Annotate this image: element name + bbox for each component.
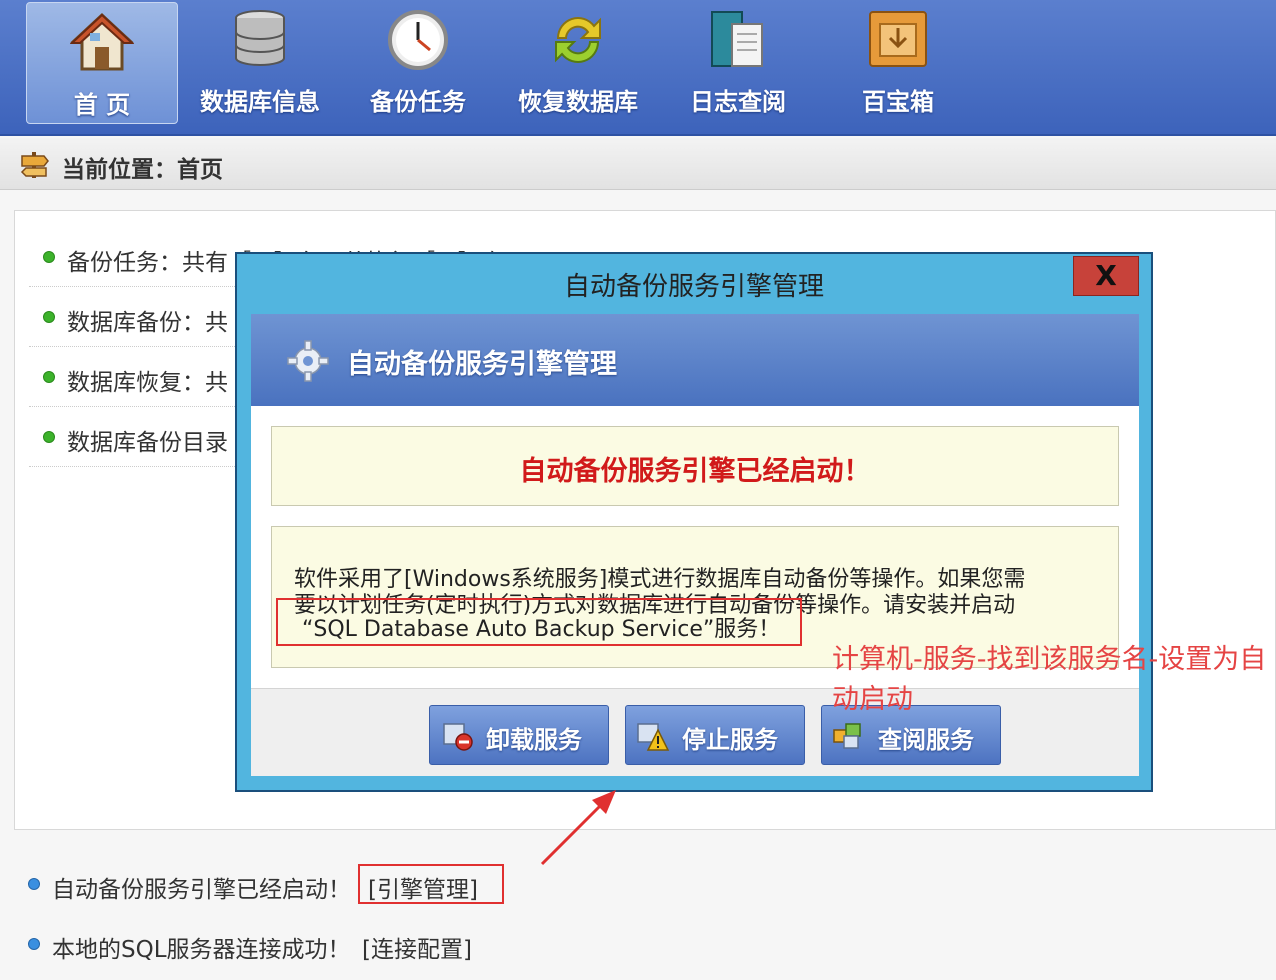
connection-config-link[interactable]: [连接配置] [362, 930, 472, 964]
stop-service-button[interactable]: 停止服务 [625, 705, 805, 765]
refresh-icon [555, 17, 601, 63]
engine-status-box: 自动备份服务引擎已经启动！ [271, 426, 1119, 506]
book-icon [711, 11, 763, 67]
toolbar-backup-tasks-label: 备份任务 [370, 88, 466, 116]
engine-status-text: 自动备份服务引擎已经启动！ [52, 877, 351, 903]
highlight-box [358, 864, 504, 904]
dialog-title: 自动备份服务引擎管理 [563, 272, 824, 302]
toolbar-log-viewer-label: 日志查阅 [690, 88, 786, 116]
view-service-label: 查阅服务 [878, 726, 974, 754]
toolbar-restore-database-label: 恢复数据库 [518, 88, 638, 116]
toolbar-toolbox[interactable]: 百宝箱 [822, 0, 974, 126]
location-bar: 当前位置：首页 [0, 138, 1276, 190]
location-label: 当前位置：首页 [62, 157, 223, 183]
status-dot-icon [43, 371, 55, 383]
toolbar-database-info-label: 数据库信息 [200, 88, 320, 116]
uninstall-service-label: 卸载服务 [486, 726, 582, 754]
status-dot-icon [28, 878, 40, 890]
toolbar-log-viewer[interactable]: 日志查阅 [662, 0, 814, 126]
uninstall-service-button[interactable]: 卸载服务 [429, 705, 609, 765]
toolbar-toolbox-label: 百宝箱 [862, 88, 934, 116]
clock-icon [388, 10, 448, 70]
annotation-note: 计算机-服务-找到该服务名-设置为自动启动 [832, 644, 1267, 715]
warning-icon [637, 723, 670, 751]
engine-running-message: 自动备份服务引擎已经启动！ [519, 456, 871, 487]
database-icon [235, 10, 285, 66]
dialog-header: 自动备份服务引擎管理 [251, 314, 1139, 406]
service-name-highlight-box [276, 598, 802, 646]
stat-text: 数据库备份目录 [67, 430, 228, 456]
view-icon [833, 723, 861, 749]
toolbar-home-label: 首 页 [73, 91, 131, 119]
box-icon [869, 11, 927, 67]
main-toolbar: 首 页 数据库信息 备份任务 恢复数据库 日志查阅 百宝箱 [0, 0, 1276, 136]
close-button[interactable]: X [1073, 256, 1139, 296]
annotation-arrow-icon [540, 790, 616, 866]
toolbar-backup-tasks[interactable]: 备份任务 [342, 0, 494, 126]
toolbar-restore-database[interactable]: 恢复数据库 [502, 0, 654, 126]
stat-text: 数据库备份：共 [67, 310, 228, 336]
stat-text: 数据库恢复：共 [67, 370, 228, 396]
sql-status-text: 本地的SQL服务器连接成功！ [52, 937, 351, 963]
status-dot-icon [43, 311, 55, 323]
stop-service-label: 停止服务 [682, 726, 778, 754]
gear-icon [287, 340, 329, 382]
uninstall-icon [443, 723, 473, 751]
status-dot-icon [43, 431, 55, 443]
home-icon [70, 12, 134, 71]
status-dot-icon [28, 938, 40, 950]
toolbar-database-info[interactable]: 数据库信息 [184, 0, 336, 126]
toolbar-home[interactable]: 首 页 [26, 2, 178, 124]
dialog-header-title: 自动备份服务引擎管理 [347, 349, 617, 380]
signpost-icon [20, 152, 49, 178]
status-dot-icon [43, 251, 55, 263]
